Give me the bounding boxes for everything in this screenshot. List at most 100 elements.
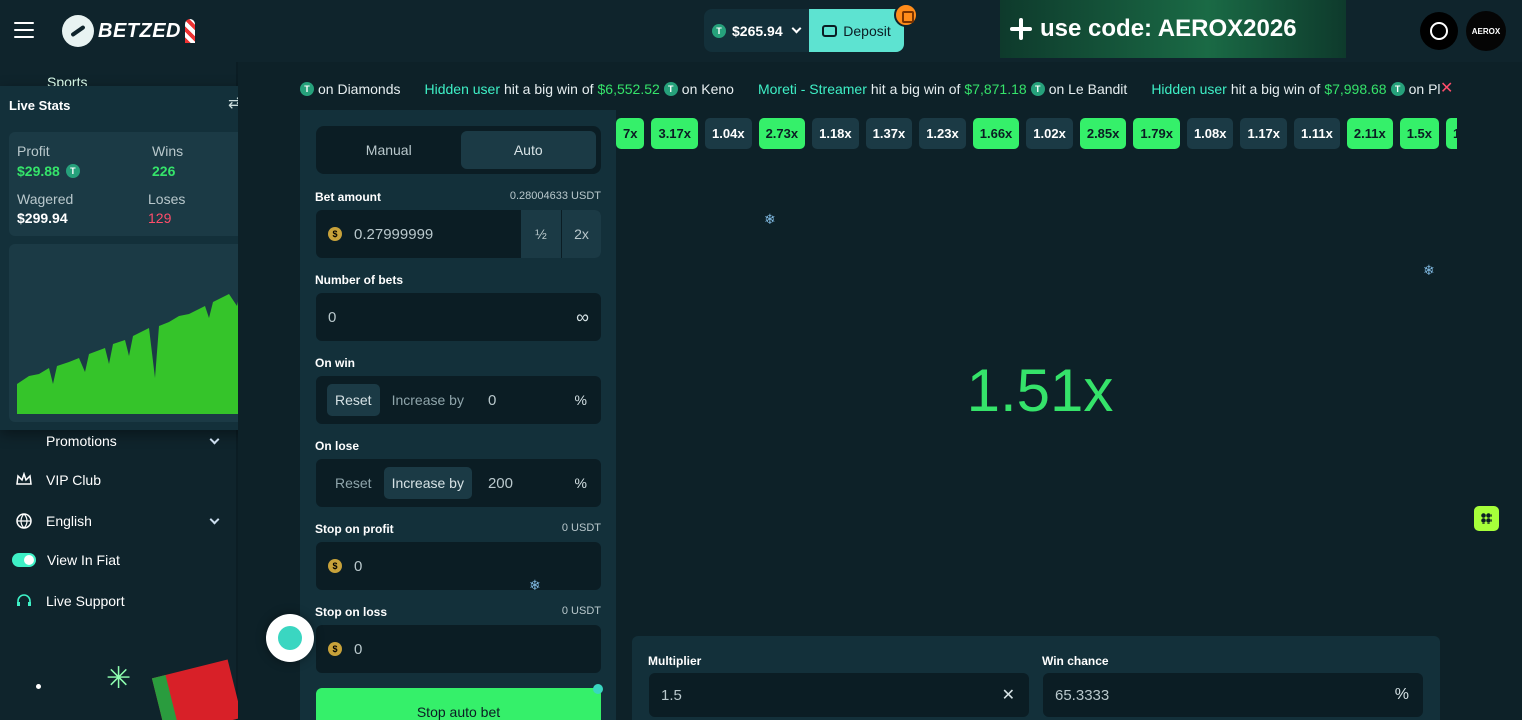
ticker-text: hit a big win of bbox=[1230, 81, 1321, 97]
on-win-label: On win bbox=[315, 356, 355, 370]
sidebar-item-label: Live Support bbox=[46, 593, 125, 609]
profit-value: $29.88 bbox=[17, 163, 60, 179]
result-history: 7x 3.17x 1.04x 2.73x 1.18x 1.37x 1.23x 1.66x 1.0… bbox=[616, 118, 1457, 150]
history-chip[interactable]: 1.5x bbox=[1399, 118, 1439, 149]
history-chip[interactable]: 1.79x bbox=[1133, 118, 1180, 149]
profit-label: Profit bbox=[17, 143, 50, 159]
ticker-amount: $6,552.52 bbox=[597, 81, 660, 97]
gift-icon bbox=[16, 433, 32, 449]
history-chip[interactable]: 1.17x bbox=[1240, 118, 1288, 149]
ticker-user[interactable]: Moreti - Streamer bbox=[758, 81, 867, 97]
ticker-user[interactable]: Hidden user bbox=[425, 81, 501, 97]
stop-on-loss-label: Stop on loss bbox=[315, 605, 387, 619]
gift-icon[interactable] bbox=[894, 3, 918, 27]
sidebar-item-vip-club[interactable]: VIP Club bbox=[16, 464, 226, 496]
clear-icon[interactable]: ✕ bbox=[1002, 685, 1015, 705]
multiplier-label: Multiplier bbox=[648, 654, 702, 668]
sidebar-item-english[interactable]: English bbox=[16, 505, 226, 537]
stop-on-profit-value: 0 bbox=[354, 557, 363, 575]
snowflake-icon: ❄ bbox=[529, 577, 541, 593]
balance-selector[interactable]: T $265.94 bbox=[704, 9, 809, 52]
ticker-user[interactable]: Hidden user bbox=[1151, 81, 1227, 97]
number-of-bets-input[interactable]: 0 ∞ bbox=[316, 293, 601, 341]
half-bet-button[interactable]: ½ bbox=[521, 210, 561, 258]
on-lose-value[interactable]: 200 bbox=[488, 475, 513, 492]
snowflake-icon: ❄ bbox=[1423, 262, 1435, 278]
close-ticker-icon[interactable]: ✕ bbox=[1440, 78, 1453, 98]
history-chip[interactable]: 1.04x bbox=[705, 118, 752, 149]
history-chip[interactable]: 7x bbox=[616, 118, 645, 149]
double-bet-button[interactable]: 2x bbox=[561, 210, 601, 258]
chat-button[interactable] bbox=[1420, 12, 1458, 50]
deposit-label: Deposit bbox=[843, 22, 891, 39]
stop-on-profit-usdt: 0 USDT bbox=[561, 522, 601, 534]
on-win-reset-button[interactable]: Reset bbox=[327, 384, 380, 416]
sidebar-item-label: View In Fiat bbox=[47, 552, 120, 568]
history-chip[interactable]: 1.02x bbox=[1026, 118, 1073, 149]
ticker-game: on Le Bandit bbox=[1048, 81, 1128, 97]
history-chip[interactable]: 2.11x bbox=[1346, 118, 1393, 149]
infinity-icon[interactable]: ∞ bbox=[576, 307, 589, 328]
history-chip[interactable]: 1. bbox=[1446, 118, 1457, 149]
on-win-field: Reset Increase by 0 % bbox=[316, 376, 601, 424]
dollar-coin-icon: $ bbox=[328, 227, 342, 241]
bet-amount-input[interactable]: $ 0.27999999 ½ 2x bbox=[316, 210, 601, 258]
history-chip[interactable]: 2.85x bbox=[1079, 118, 1127, 149]
on-lose-field: Reset Increase by 200 % bbox=[316, 459, 601, 507]
win-chance-value: 65.3333 bbox=[1055, 686, 1110, 704]
avatar[interactable]: AEROX bbox=[1466, 11, 1506, 51]
headset-icon bbox=[17, 594, 31, 606]
result-multiplier: 1.51x bbox=[966, 357, 1114, 424]
multiplier-input[interactable]: 1.5 ✕ bbox=[649, 673, 1029, 717]
wallet-icon bbox=[822, 24, 838, 37]
deposit-button[interactable]: Deposit bbox=[809, 9, 904, 52]
tab-auto[interactable]: Auto bbox=[460, 131, 596, 169]
loses-label: Loses bbox=[148, 191, 186, 207]
history-chip[interactable]: 1.66x bbox=[972, 118, 1020, 149]
balance-value: $265.94 bbox=[732, 22, 783, 39]
on-lose-increase-button[interactable]: Increase by bbox=[383, 467, 472, 499]
stop-on-profit-input[interactable]: $ 0 bbox=[316, 542, 601, 590]
number-of-bets-value: 0 bbox=[328, 308, 337, 326]
sidebar-item-promotions[interactable]: Promotions bbox=[16, 425, 226, 457]
on-win-value[interactable]: 0 bbox=[488, 392, 496, 409]
number-of-bets-label: Number of bets bbox=[315, 273, 404, 287]
win-chance-input[interactable]: 65.3333 % bbox=[1043, 673, 1423, 717]
history-chip[interactable]: 1.11x bbox=[1294, 118, 1340, 149]
dice-icon[interactable] bbox=[1474, 506, 1499, 531]
history-chip[interactable]: 1.18x bbox=[812, 118, 859, 149]
status-dot bbox=[593, 684, 603, 694]
sidebar-item-live-support[interactable]: Live Support bbox=[16, 585, 226, 617]
bet-split: ½ 2x bbox=[521, 210, 601, 258]
floating-logo-button[interactable] bbox=[266, 614, 314, 662]
logo-mark-icon bbox=[278, 626, 302, 650]
stop-on-loss-input[interactable]: $ 0 bbox=[316, 625, 601, 673]
bet-amount-value: 0.27999999 bbox=[354, 225, 434, 243]
on-win-increase-button[interactable]: Increase by bbox=[384, 384, 472, 416]
dollar-coin-icon: $ bbox=[328, 559, 342, 573]
tether-coin-icon: T bbox=[65, 164, 80, 178]
on-lose-reset-button[interactable]: Reset bbox=[327, 467, 380, 499]
chevron-down-icon bbox=[209, 514, 220, 524]
win-chance-label: Win chance bbox=[1042, 654, 1109, 668]
snowflake-icon: ❄ bbox=[764, 211, 776, 227]
tab-manual[interactable]: Manual bbox=[321, 131, 457, 169]
sparkle-icon bbox=[1010, 18, 1032, 40]
history-chip[interactable]: 3.17x bbox=[651, 118, 699, 149]
history-chip[interactable]: 1.23x bbox=[919, 118, 966, 149]
on-lose-label: On lose bbox=[315, 439, 360, 453]
history-chip[interactable]: 2.73x bbox=[758, 118, 806, 149]
ticker-game: on Keno bbox=[681, 81, 734, 97]
ticker-game: on Plir bbox=[1408, 81, 1440, 97]
brand-logo[interactable]: BETZED bbox=[62, 14, 195, 48]
history-chip[interactable]: 1.37x bbox=[865, 118, 913, 149]
stop-auto-bet-button[interactable]: Stop auto bet bbox=[316, 688, 601, 720]
menu-icon[interactable] bbox=[14, 22, 34, 38]
history-chip[interactable]: 1.08x bbox=[1186, 118, 1234, 149]
sidebar-item-view-in-fiat[interactable]: View In Fiat bbox=[12, 544, 222, 576]
fiat-toggle[interactable] bbox=[12, 553, 36, 567]
ticker-amount: $7,871.18 bbox=[964, 81, 1027, 97]
ticker-text: hit a big win of bbox=[870, 81, 961, 97]
promo-banner[interactable]: use code: AEROX2026 bbox=[1000, 0, 1346, 58]
chevron-down-icon bbox=[791, 23, 802, 34]
